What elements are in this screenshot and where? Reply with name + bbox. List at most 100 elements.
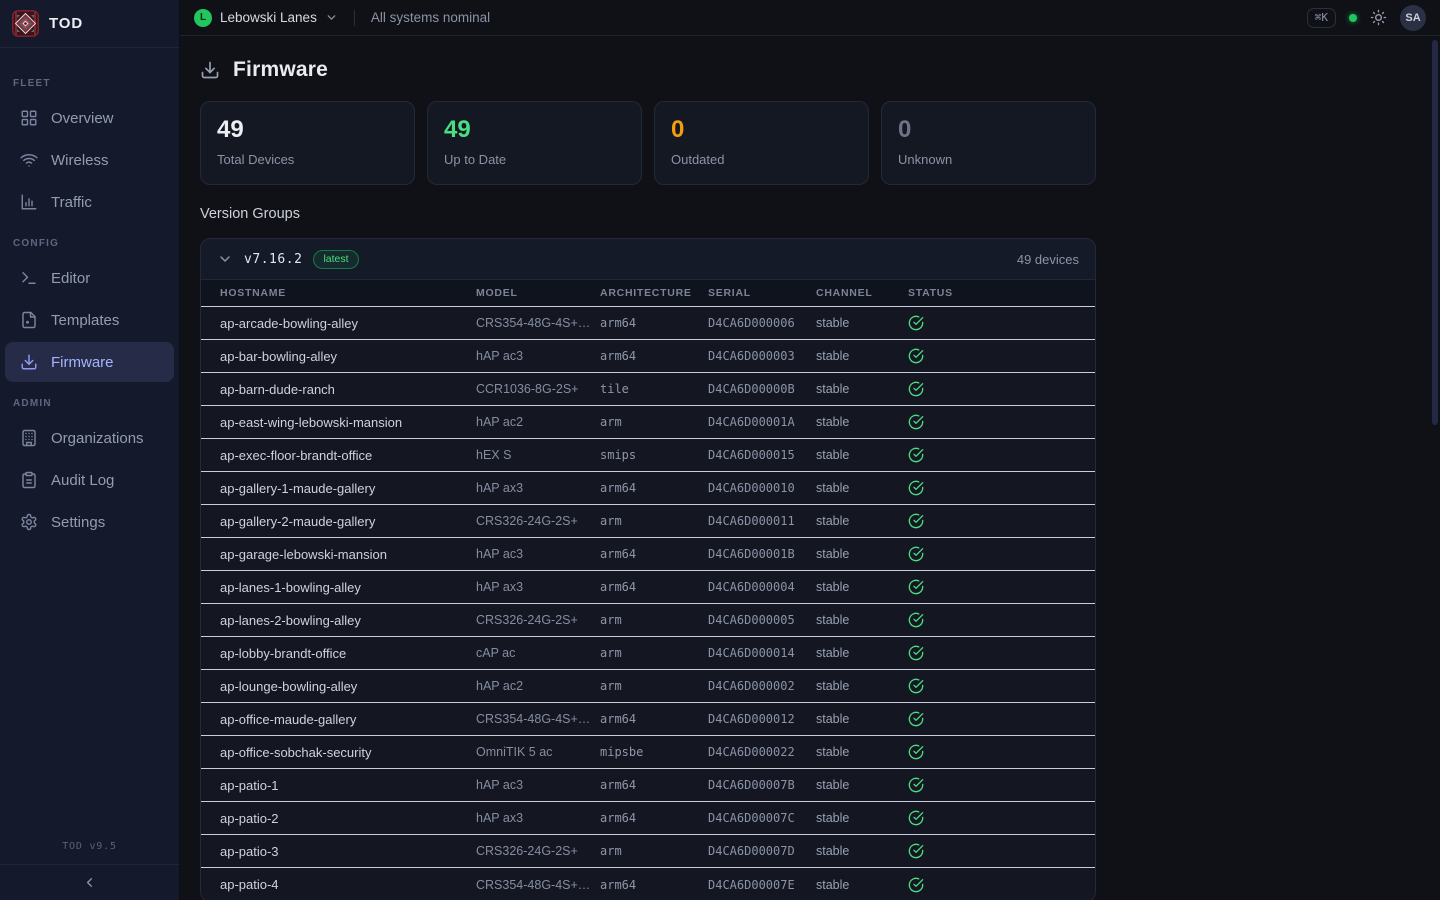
cell-serial: D4CA6D000005 — [708, 613, 816, 627]
version-group-panel: v7.16.2 latest 49 devices HOSTNAME MODEL… — [200, 238, 1096, 900]
nav-section-fleet: FLEET Overview Wireless Traffic — [0, 78, 179, 222]
page-title: Firmware — [233, 58, 328, 82]
nav-section-label: CONFIG — [0, 238, 179, 249]
cell-hostname: ap-lobby-brandt-office — [220, 646, 476, 661]
sidebar-item-label: Firmware — [51, 354, 114, 371]
cell-channel: stable — [816, 844, 908, 858]
table-row[interactable]: ap-lanes-2-bowling-alley CRS326-24G-2S+ … — [201, 604, 1095, 637]
cell-hostname: ap-east-wing-lebowski-mansion — [220, 415, 476, 430]
sidebar-item-overview[interactable]: Overview — [5, 98, 174, 138]
chevron-down-icon — [325, 11, 338, 24]
sidebar-item-label: Wireless — [51, 152, 109, 169]
cell-serial: D4CA6D000004 — [708, 580, 816, 594]
cell-model: hAP ax3 — [476, 580, 600, 594]
cell-architecture: arm64 — [600, 481, 708, 495]
gear-icon — [20, 513, 38, 531]
stat-card: 49 Up to Date — [427, 101, 642, 185]
sidebar-item-settings[interactable]: Settings — [5, 502, 174, 542]
table-row[interactable]: ap-gallery-2-maude-gallery CRS326-24G-2S… — [201, 505, 1095, 538]
table-row[interactable]: ap-patio-4 CRS354-48G-4S+… arm64 D4CA6D0… — [201, 868, 1095, 900]
sidebar-item-label: Organizations — [51, 430, 144, 447]
sidebar-item-templates[interactable]: Templates — [5, 300, 174, 340]
table-body: ap-arcade-bowling-alley CRS354-48G-4S+… … — [201, 307, 1095, 900]
cell-serial: D4CA6D00007D — [708, 844, 816, 858]
cell-serial: D4CA6D00007B — [708, 778, 816, 792]
cell-status — [908, 414, 1095, 430]
sidebar-item-wireless[interactable]: Wireless — [5, 140, 174, 180]
cell-architecture: smips — [600, 448, 708, 462]
table-row[interactable]: ap-barn-dude-ranch CCR1036-8G-2S+ tile D… — [201, 373, 1095, 406]
table-row[interactable]: ap-office-sobchak-security OmniTIK 5 ac … — [201, 736, 1095, 769]
check-circle-icon — [908, 348, 924, 364]
version-group-header[interactable]: v7.16.2 latest 49 devices — [201, 239, 1095, 279]
sidebar-item-organizations[interactable]: Organizations — [5, 418, 174, 458]
cell-architecture: arm — [600, 646, 708, 660]
sidebar-item-traffic[interactable]: Traffic — [5, 182, 174, 222]
cell-model: hAP ac3 — [476, 547, 600, 561]
table-row[interactable]: ap-lounge-bowling-alley hAP ac2 arm D4CA… — [201, 670, 1095, 703]
grid-icon — [20, 109, 38, 127]
table-row[interactable]: ap-office-maude-gallery CRS354-48G-4S+… … — [201, 703, 1095, 736]
table-row[interactable]: ap-arcade-bowling-alley CRS354-48G-4S+… … — [201, 307, 1095, 340]
cell-status — [908, 579, 1095, 595]
column-channel: CHANNEL — [816, 287, 908, 299]
check-circle-icon — [908, 711, 924, 727]
theme-toggle-button[interactable] — [1370, 9, 1387, 26]
cell-status — [908, 480, 1095, 496]
cell-model: CRS354-48G-4S+… — [476, 316, 600, 330]
cell-architecture: arm64 — [600, 878, 708, 892]
sidebar-item-firmware[interactable]: Firmware — [5, 342, 174, 382]
table-row[interactable]: ap-patio-1 hAP ac3 arm64 D4CA6D00007B st… — [201, 769, 1095, 802]
cell-hostname: ap-barn-dude-ranch — [220, 382, 476, 397]
table-row[interactable]: ap-east-wing-lebowski-mansion hAP ac2 ar… — [201, 406, 1095, 439]
cell-serial: D4CA6D00007E — [708, 878, 816, 892]
cell-architecture: arm64 — [600, 712, 708, 726]
cell-model: hAP ac3 — [476, 778, 600, 792]
cell-serial: D4CA6D000012 — [708, 712, 816, 726]
org-selector[interactable]: L Lebowski Lanes — [194, 9, 338, 27]
system-status-text: All systems nominal — [371, 10, 490, 25]
scrollbar-thumb[interactable] — [1432, 40, 1438, 425]
table-row[interactable]: ap-lanes-1-bowling-alley hAP ax3 arm64 D… — [201, 571, 1095, 604]
table-row[interactable]: ap-lobby-brandt-office cAP ac arm D4CA6D… — [201, 637, 1095, 670]
table-row[interactable]: ap-patio-3 CRS326-24G-2S+ arm D4CA6D0000… — [201, 835, 1095, 868]
app-version: TOD v9.5 — [0, 831, 179, 864]
main-content: Firmware 49 Total Devices 49 Up to Date … — [180, 36, 1440, 900]
cell-status — [908, 348, 1095, 364]
sidebar-collapse-button[interactable] — [0, 864, 179, 900]
page-title-row: Firmware — [200, 58, 1440, 82]
check-circle-icon — [908, 381, 924, 397]
clipboard-icon — [20, 471, 38, 489]
cell-status — [908, 612, 1095, 628]
check-circle-icon — [908, 546, 924, 562]
topbar: L Lebowski Lanes All systems nominal ⌘K … — [180, 0, 1440, 36]
user-avatar[interactable]: SA — [1400, 5, 1426, 31]
cell-hostname: ap-gallery-1-maude-gallery — [220, 481, 476, 496]
cell-model: CRS354-48G-4S+… — [476, 878, 600, 892]
command-palette-shortcut[interactable]: ⌘K — [1307, 8, 1336, 28]
check-circle-icon — [908, 843, 924, 859]
table-row[interactable]: ap-garage-lebowski-mansion hAP ac3 arm64… — [201, 538, 1095, 571]
table-row[interactable]: ap-exec-floor-brandt-office hEX S smips … — [201, 439, 1095, 472]
table-row[interactable]: ap-patio-2 hAP ax3 arm64 D4CA6D00007C st… — [201, 802, 1095, 835]
check-circle-icon — [908, 744, 924, 760]
sidebar-item-label: Templates — [51, 312, 119, 329]
check-circle-icon — [908, 414, 924, 430]
cell-model: hAP ac2 — [476, 415, 600, 429]
cell-channel: stable — [816, 646, 908, 660]
cell-architecture: arm — [600, 679, 708, 693]
sidebar-item-editor[interactable]: Editor — [5, 258, 174, 298]
table-row[interactable]: ap-gallery-1-maude-gallery hAP ax3 arm64… — [201, 472, 1095, 505]
sidebar-item-audit-log[interactable]: Audit Log — [5, 460, 174, 500]
topbar-right: ⌘K SA — [1307, 5, 1426, 31]
cell-serial: D4CA6D000010 — [708, 481, 816, 495]
version-groups-heading: Version Groups — [200, 206, 1440, 222]
chart-icon — [20, 193, 38, 211]
column-architecture: ARCHITECTURE — [600, 287, 708, 299]
download-icon — [200, 60, 220, 80]
cell-channel: stable — [816, 778, 908, 792]
cell-architecture: arm64 — [600, 580, 708, 594]
terminal-icon — [20, 269, 38, 287]
cell-hostname: ap-lanes-2-bowling-alley — [220, 613, 476, 628]
table-row[interactable]: ap-bar-bowling-alley hAP ac3 arm64 D4CA6… — [201, 340, 1095, 373]
